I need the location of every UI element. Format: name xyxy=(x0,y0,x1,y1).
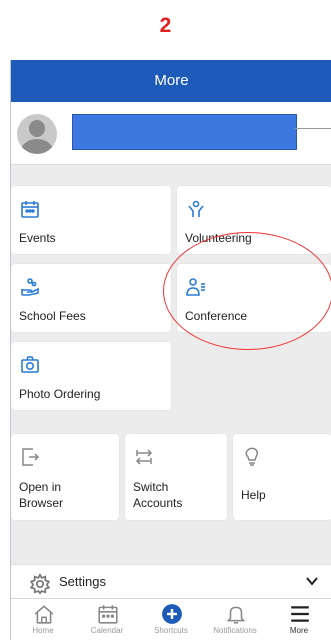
tab-label: Shortcuts xyxy=(154,626,188,635)
redacted-name-box xyxy=(72,114,297,150)
menu-icon xyxy=(289,603,309,623)
open-external-icon xyxy=(19,446,41,468)
step-number-annotation: 2 xyxy=(159,14,172,37)
conference-icon xyxy=(185,276,207,298)
tile-label: Conference xyxy=(185,309,248,323)
tile-label: School Fees xyxy=(19,309,86,323)
chevron-down-icon xyxy=(304,573,320,589)
tile-volunteering[interactable]: Volunteering xyxy=(177,186,331,254)
home-icon xyxy=(33,603,54,624)
tab-more[interactable]: More xyxy=(267,599,331,640)
lightbulb-icon xyxy=(241,446,263,468)
action-label: Switch xyxy=(133,480,169,494)
tab-shortcuts[interactable]: Shortcuts xyxy=(139,599,203,640)
tile-label: Photo Ordering xyxy=(19,387,101,401)
tile-label: Volunteering xyxy=(185,231,252,245)
avatar xyxy=(17,114,57,154)
action-label: Browser xyxy=(19,496,64,510)
tab-home[interactable]: Home xyxy=(11,599,75,640)
bottom-tab-bar: Home Calendar Shortcuts Notifications Mo… xyxy=(11,598,331,640)
settings-row[interactable]: Settings xyxy=(11,564,331,599)
tab-label: More xyxy=(289,626,309,635)
action-label: Accounts xyxy=(133,496,183,510)
action-switch-accounts[interactable]: Switch Accounts xyxy=(125,434,227,520)
action-open-in-browser[interactable]: Open in Browser xyxy=(11,434,119,520)
tile-photo-ordering[interactable]: Photo Ordering xyxy=(11,342,171,410)
tab-notifications[interactable]: Notifications xyxy=(203,599,267,640)
volunteer-icon xyxy=(185,198,207,220)
tab-label: Calendar xyxy=(90,626,124,635)
plus-circle-icon xyxy=(161,603,182,624)
settings-label: Settings xyxy=(59,574,106,589)
tab-calendar[interactable]: Calendar xyxy=(75,599,139,640)
action-label: Open in xyxy=(19,480,62,494)
tile-label: Events xyxy=(19,231,56,245)
camera-icon xyxy=(19,354,41,376)
tab-label: Notifications xyxy=(213,626,257,635)
profile-row[interactable] xyxy=(11,102,331,165)
action-label: Help xyxy=(241,488,266,502)
page-title: More xyxy=(154,72,189,89)
calendar-icon xyxy=(19,198,41,220)
switch-icon xyxy=(133,446,155,468)
app-screen: More Events Volunteering School Fees Con… xyxy=(10,60,331,640)
action-help[interactable]: Help xyxy=(233,434,331,520)
bell-icon xyxy=(225,603,246,624)
gear-icon xyxy=(29,573,51,595)
payment-hand-icon xyxy=(19,276,41,298)
tile-conference[interactable]: Conference xyxy=(177,264,331,332)
tile-school-fees[interactable]: School Fees xyxy=(11,264,171,332)
divider xyxy=(295,128,331,129)
calendar-icon xyxy=(97,603,118,624)
tab-label: Home xyxy=(32,626,54,635)
top-bar: More xyxy=(11,60,331,102)
tile-events[interactable]: Events xyxy=(11,186,171,254)
